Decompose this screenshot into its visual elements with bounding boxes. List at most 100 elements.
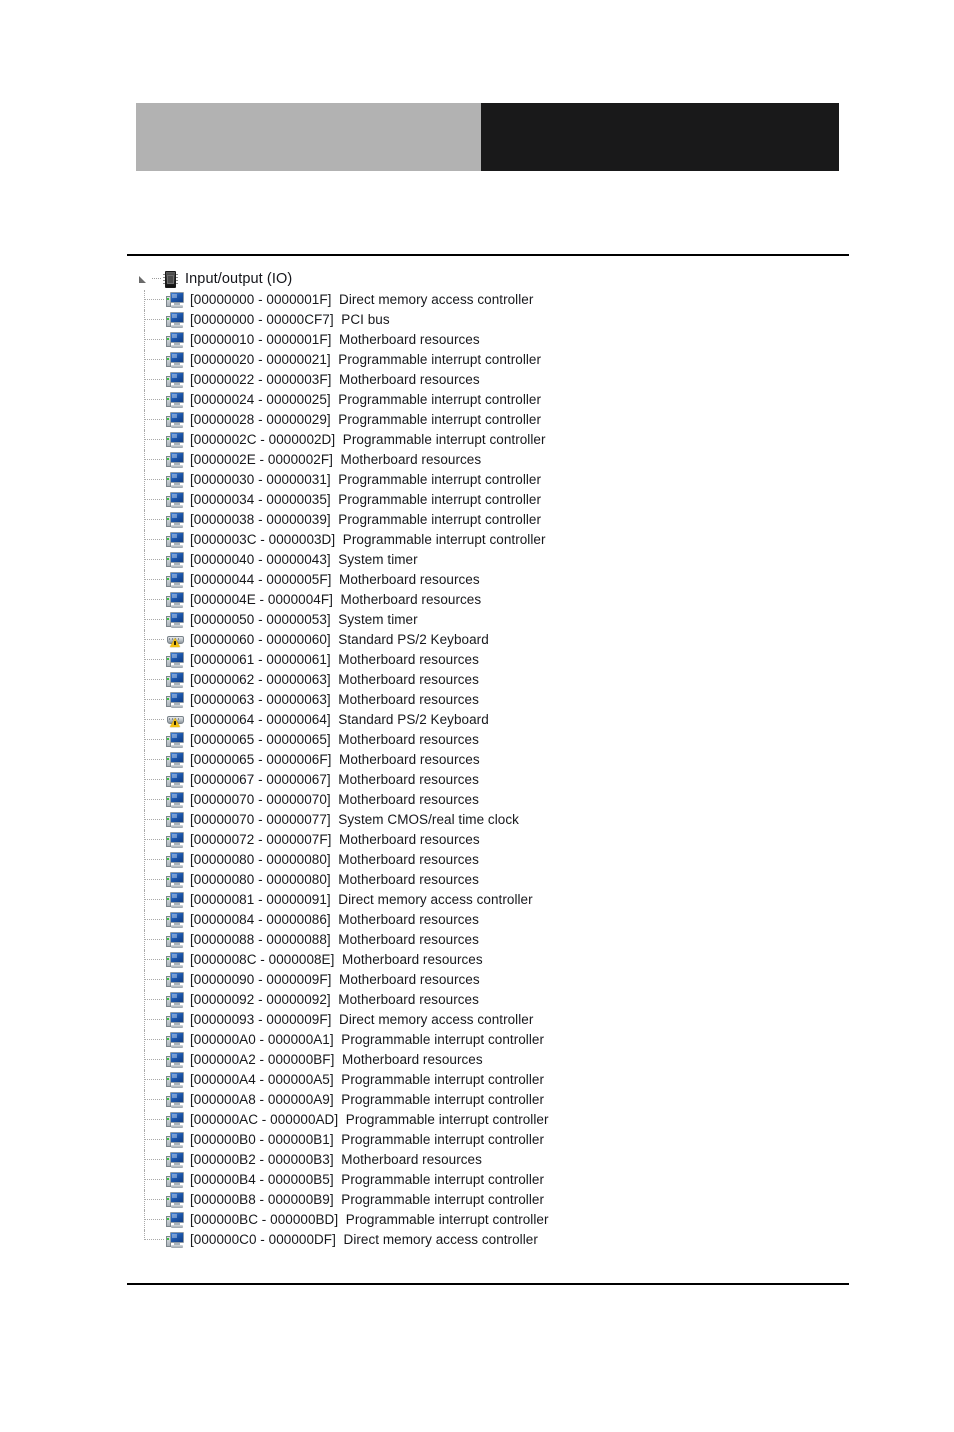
tree-row[interactable]: [00000000 - 00000CF7] PCI bus [144, 310, 856, 330]
tree-row[interactable]: [00000081 - 00000091] Direct memory acce… [144, 890, 856, 910]
tree-row[interactable]: [00000028 - 00000029] Programmable inter… [144, 410, 856, 430]
tree-row[interactable]: [00000038 - 00000039] Programmable inter… [144, 510, 856, 530]
tree-row-text: [00000061 - 00000061] Motherboard resour… [190, 650, 479, 670]
tree-row[interactable]: [00000040 - 00000043] System timer [144, 550, 856, 570]
resource-device-description: Motherboard resources [339, 832, 480, 847]
resource-address-range: [000000A8 - 000000A9] [190, 1092, 334, 1107]
tree-connector-elbow [144, 350, 164, 360]
tree-row[interactable]: [00000088 - 00000088] Motherboard resour… [144, 930, 856, 950]
header-block-black [481, 103, 839, 171]
computer-monitor-icon [166, 492, 184, 508]
tree-row[interactable]: [000000B8 - 000000B9] Programmable inter… [144, 1190, 856, 1210]
tree-row[interactable]: [00000034 - 00000035] Programmable inter… [144, 490, 856, 510]
tree-row[interactable]: [000000A8 - 000000A9] Programmable inter… [144, 1090, 856, 1110]
tree-row[interactable]: [000000A2 - 000000BF] Motherboard resour… [144, 1050, 856, 1070]
tree-row[interactable]: [00000080 - 00000080] Motherboard resour… [144, 870, 856, 890]
tree-row[interactable]: [000000BC - 000000BD] Programmable inter… [144, 1210, 856, 1230]
resource-device-description: Programmable interrupt controller [338, 492, 542, 507]
tree-row[interactable]: [00000010 - 0000001F] Motherboard resour… [144, 330, 856, 350]
computer-monitor-icon [166, 1092, 184, 1108]
tree-row[interactable]: [00000072 - 0000007F] Motherboard resour… [144, 830, 856, 850]
tree-row[interactable]: [000000B0 - 000000B1] Programmable inter… [144, 1130, 856, 1150]
resource-device-description: Motherboard resources [340, 592, 482, 607]
computer-monitor-icon [166, 1172, 184, 1188]
tree-row[interactable]: [000000B4 - 000000B5] Programmable inter… [144, 1170, 856, 1190]
tree-row-text: [00000034 - 00000035] Programmable inter… [190, 490, 541, 510]
resource-address-range: [00000064 - 00000064] [190, 712, 331, 727]
resource-address-range: [00000040 - 00000043] [190, 552, 331, 567]
resource-device-description: Motherboard resources [338, 852, 479, 867]
tree-row[interactable]: [00000000 - 0000001F] Direct memory acce… [144, 290, 856, 310]
tree-row[interactable]: [000000AC - 000000AD] Programmable inter… [144, 1110, 856, 1130]
tree-row-text: [000000BC - 000000BD] Programmable inter… [190, 1210, 549, 1230]
tree-row[interactable]: [00000093 - 0000009F] Direct memory acce… [144, 1010, 856, 1030]
tree-row[interactable]: [0000002C - 0000002D] Programmable inter… [144, 430, 856, 450]
tree-connector-elbow [144, 830, 164, 840]
tree-row[interactable]: [00000022 - 0000003F] Motherboard resour… [144, 370, 856, 390]
tree-connector-elbow [144, 950, 164, 960]
resource-address-range: [00000050 - 00000053] [190, 612, 331, 627]
tree-row[interactable]: [000000C0 - 000000DF] Direct memory acce… [144, 1230, 856, 1250]
tree-row[interactable]: [00000067 - 00000067] Motherboard resour… [144, 770, 856, 790]
tree-connector-elbow [144, 630, 164, 640]
resource-address-range: [00000088 - 00000088] [190, 932, 331, 947]
tree-row[interactable]: [00000060 - 00000060] Standard PS/2 Keyb… [144, 630, 856, 650]
resource-device-description: Programmable interrupt controller [338, 392, 542, 407]
tree-row[interactable]: [00000065 - 00000065] Motherboard resour… [144, 730, 856, 750]
tree-row-text: [00000081 - 00000091] Direct memory acce… [190, 890, 533, 910]
tree-row[interactable]: [00000062 - 00000063] Motherboard resour… [144, 670, 856, 690]
resource-address-range: [000000B4 - 000000B5] [190, 1172, 334, 1187]
resource-address-range: [0000008C - 0000008E] [190, 952, 335, 967]
tree-row[interactable]: [0000003C - 0000003D] Programmable inter… [144, 530, 856, 550]
tree-row[interactable]: [00000050 - 00000053] System timer [144, 610, 856, 630]
tree-row[interactable]: [00000024 - 00000025] Programmable inter… [144, 390, 856, 410]
resource-address-range: [00000063 - 00000063] [190, 692, 331, 707]
tree-row[interactable]: [00000092 - 00000092] Motherboard resour… [144, 990, 856, 1010]
tree-row[interactable]: [00000064 - 00000064] Standard PS/2 Keyb… [144, 710, 856, 730]
resource-address-range: [00000065 - 00000065] [190, 732, 331, 747]
resource-device-description: Direct memory access controller [339, 292, 534, 307]
tree-row-text: [00000020 - 00000021] Programmable inter… [190, 350, 541, 370]
tree-row[interactable]: [00000090 - 0000009F] Motherboard resour… [144, 970, 856, 990]
resource-address-range: [00000020 - 00000021] [190, 352, 331, 367]
resource-address-range: [00000092 - 00000092] [190, 992, 331, 1007]
tree-row-text: [00000030 - 00000031] Programmable inter… [190, 470, 541, 490]
tree-row-text: [00000072 - 0000007F] Motherboard resour… [190, 830, 480, 850]
resource-address-range: [00000070 - 00000077] [190, 812, 331, 827]
tree-connector-elbow [144, 790, 164, 800]
tree-row[interactable]: [0000002E - 0000002F] Motherboard resour… [144, 450, 856, 470]
tree-row[interactable]: [00000044 - 0000005F] Motherboard resour… [144, 570, 856, 590]
resource-device-description: Standard PS/2 Keyboard [338, 712, 489, 727]
tree-row[interactable]: [000000A0 - 000000A1] Programmable inter… [144, 1030, 856, 1050]
tree-row[interactable]: [00000084 - 00000086] Motherboard resour… [144, 910, 856, 930]
resource-address-range: [00000044 - 0000005F] [190, 572, 332, 587]
tree-connector-elbow [144, 430, 164, 440]
tree-row[interactable]: [0000004E - 0000004F] Motherboard resour… [144, 590, 856, 610]
computer-monitor-icon [166, 1052, 184, 1068]
tree-row[interactable]: [00000070 - 00000070] Motherboard resour… [144, 790, 856, 810]
tree-row-text: [00000038 - 00000039] Programmable inter… [190, 510, 541, 530]
tree-row-text: [00000070 - 00000077] System CMOS/real t… [190, 810, 519, 830]
resource-device-description: Motherboard resources [341, 1152, 482, 1167]
tree-root-node[interactable]: Input/output (IO) [136, 268, 856, 290]
resource-device-description: Direct memory access controller [339, 1012, 534, 1027]
tree-row[interactable]: [00000063 - 00000063] Motherboard resour… [144, 690, 856, 710]
tree-row[interactable]: [00000080 - 00000080] Motherboard resour… [144, 850, 856, 870]
tree-row[interactable]: [00000065 - 0000006F] Motherboard resour… [144, 750, 856, 770]
tree-row[interactable]: [0000008C - 0000008E] Motherboard resour… [144, 950, 856, 970]
tree-row[interactable]: [000000B2 - 000000B3] Motherboard resour… [144, 1150, 856, 1170]
keyboard-warning-icon [166, 632, 184, 648]
tree-row[interactable]: [00000020 - 00000021] Programmable inter… [144, 350, 856, 370]
resource-device-description: Programmable interrupt controller [338, 352, 542, 367]
tree-row[interactable]: [000000A4 - 000000A5] Programmable inter… [144, 1070, 856, 1090]
resource-device-description: PCI bus [341, 312, 390, 327]
tree-row[interactable]: [00000061 - 00000061] Motherboard resour… [144, 650, 856, 670]
tree-row[interactable]: [00000070 - 00000077] System CMOS/real t… [144, 810, 856, 830]
tree-connector-elbow [144, 1230, 164, 1240]
tree-row-text: [00000067 - 00000067] Motherboard resour… [190, 770, 479, 790]
resource-address-range: [00000093 - 0000009F] [190, 1012, 332, 1027]
triangle-expanded-icon[interactable] [138, 274, 149, 285]
tree-row[interactable]: [00000030 - 00000031] Programmable inter… [144, 470, 856, 490]
tree-row-text: [00000050 - 00000053] System timer [190, 610, 418, 630]
tree-connector-elbow [144, 450, 164, 460]
